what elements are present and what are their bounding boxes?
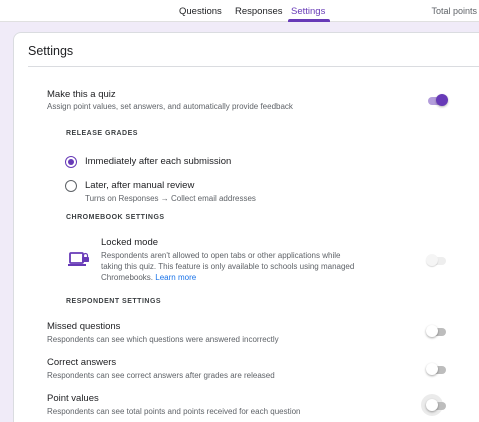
locked-mode-description-line1: Respondents aren't allowed to open tabs …: [101, 251, 341, 260]
correct-answers-toggle[interactable]: [426, 363, 448, 377]
locked-mode-toggle[interactable]: [426, 254, 448, 268]
tab-settings[interactable]: Settings: [291, 6, 325, 17]
settings-card: Settings Make this a quiz Assign point v…: [13, 32, 479, 422]
respondent-settings-heading: RESPONDENT SETTINGS: [66, 298, 162, 305]
locked-mode-title: Locked mode: [101, 237, 159, 248]
missed-questions-description: Respondents can see which questions were…: [47, 335, 279, 344]
locked-mode-description-line2: taking this quiz. This feature is only a…: [101, 262, 355, 271]
release-immediately-label[interactable]: Immediately after each submission: [85, 156, 231, 167]
release-immediately-radio[interactable]: [65, 156, 77, 168]
correct-answers-description: Respondents can see correct answers afte…: [47, 371, 275, 380]
missed-questions-title: Missed questions: [47, 321, 121, 332]
total-points-label: Total points: [431, 6, 477, 16]
correct-answers-title: Correct answers: [47, 357, 117, 368]
title-divider: [28, 66, 479, 67]
missed-questions-toggle[interactable]: [426, 325, 448, 339]
release-later-sublabel: Turns on Responses → Collect email addre…: [85, 194, 256, 203]
release-later-label[interactable]: Later, after manual review: [85, 180, 194, 191]
release-grades-heading: RELEASE GRADES: [66, 130, 138, 137]
chromebook-settings-heading: CHROMEBOOK SETTINGS: [66, 214, 165, 221]
release-later-radio[interactable]: [65, 180, 77, 192]
tab-responses[interactable]: Responses: [235, 6, 283, 17]
point-values-description: Respondents can see total points and poi…: [47, 407, 301, 416]
quiz-toggle-title: Make this a quiz: [47, 89, 116, 100]
point-values-toggle[interactable]: [421, 394, 448, 416]
tab-questions[interactable]: Questions: [179, 6, 222, 17]
quiz-toggle-description: Assign point values, set answers, and au…: [47, 102, 293, 111]
locked-mode-description-line3: Chromebooks. Learn more: [101, 272, 196, 283]
top-nav-bar: Questions Responses Settings Total point…: [0, 0, 479, 22]
learn-more-link[interactable]: Learn more: [155, 273, 196, 282]
page-title: Settings: [28, 44, 74, 58]
active-tab-indicator: [288, 19, 330, 22]
locked-mode-description-tail: Chromebooks.: [101, 273, 154, 282]
laptop-lock-icon: [68, 252, 90, 268]
point-values-title: Point values: [47, 393, 99, 404]
make-quiz-toggle[interactable]: [426, 94, 448, 108]
